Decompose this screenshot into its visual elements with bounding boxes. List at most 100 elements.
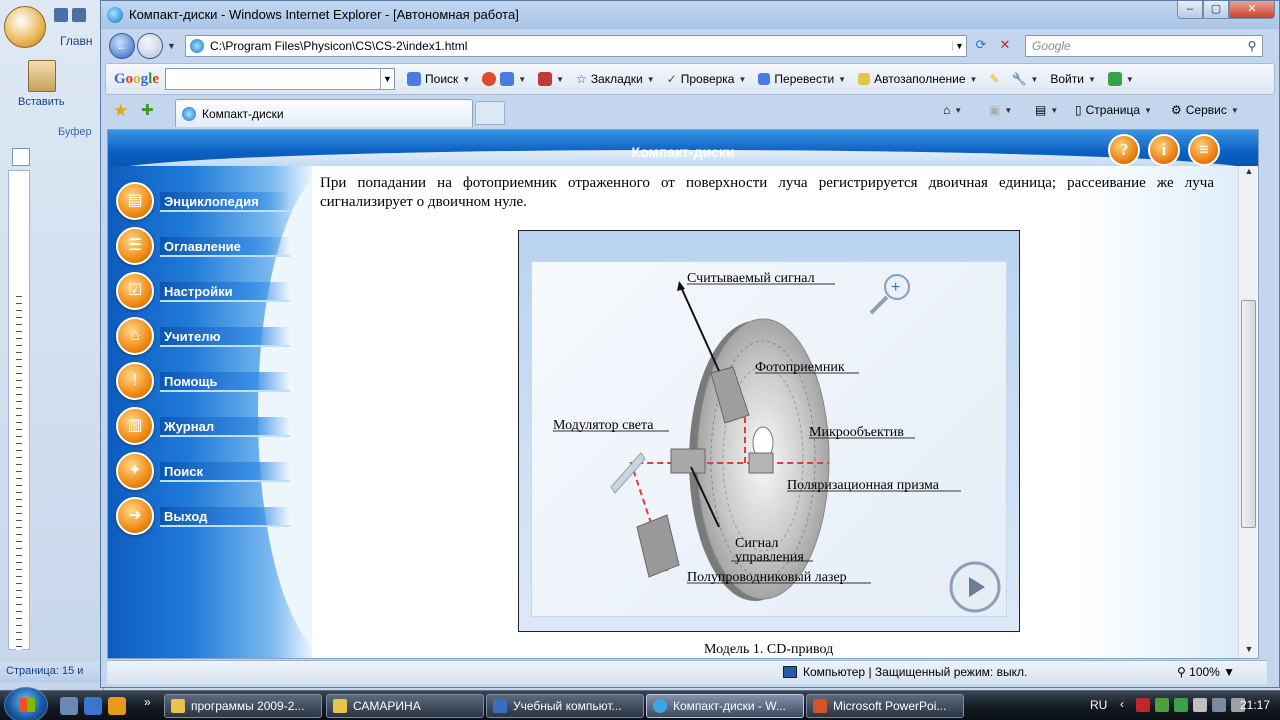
info-button[interactable]: i bbox=[1148, 134, 1180, 166]
task-label: Компакт-диски - W... bbox=[673, 699, 786, 713]
security-zone[interactable]: Компьютер | Защищенный режим: выкл. bbox=[783, 665, 1027, 679]
quick-access-toolbar[interactable] bbox=[54, 8, 102, 26]
sidebar-item-exit[interactable]: ➜ Выход bbox=[116, 497, 306, 537]
ruler-marks bbox=[16, 290, 22, 650]
sidebar-item-journal[interactable]: ▥ Журнал bbox=[116, 407, 306, 447]
sidebar-item-contents[interactable]: ☰ Оглавление bbox=[116, 227, 306, 267]
device-icon[interactable] bbox=[1193, 698, 1207, 712]
pencil-icon: ✎ bbox=[989, 72, 1000, 86]
volume-icon[interactable] bbox=[1212, 698, 1226, 712]
keyboard-button[interactable]: ≡ bbox=[1188, 134, 1220, 166]
help-button[interactable]: ? bbox=[1108, 134, 1140, 166]
paste-icon[interactable] bbox=[28, 60, 56, 92]
search-input[interactable]: Google bbox=[1032, 39, 1242, 53]
new-tab-button[interactable] bbox=[475, 101, 505, 125]
home-button[interactable]: ⌂ ▼ bbox=[943, 103, 962, 117]
clipboard-group-label: Буфер bbox=[58, 126, 92, 138]
search-icon[interactable]: ⚲ bbox=[1242, 39, 1262, 53]
switch-windows-icon[interactable] bbox=[84, 697, 102, 715]
google-search-input[interactable]: ▼ bbox=[165, 68, 396, 90]
sidebar-item-teacher[interactable]: ⌂ Учителю bbox=[116, 317, 306, 357]
sidebar-item-encyclopedia[interactable]: ▤ Энциклопедия bbox=[116, 182, 306, 222]
cd-drive-model-figure: + Считываемый сигнал Фотоприемник Модуля… bbox=[518, 230, 1020, 632]
google-extra-buttons[interactable]: ▼ bbox=[482, 72, 526, 86]
popup-block-icon bbox=[538, 72, 553, 86]
show-desktop-icon[interactable] bbox=[60, 697, 78, 715]
label-control-signal-2: управления bbox=[735, 550, 804, 565]
paste-button[interactable]: Вставить bbox=[18, 96, 65, 108]
network-icon[interactable] bbox=[1155, 698, 1169, 712]
favorites-star-icon[interactable]: ★ bbox=[113, 101, 128, 121]
page-menu[interactable]: ▯ Страница ▼ bbox=[1075, 103, 1152, 117]
popup-blocker-button[interactable]: ▼ bbox=[538, 72, 564, 86]
sidebar-item-label: Журнал bbox=[160, 417, 290, 437]
scroll-down-button[interactable]: ▼ bbox=[1239, 644, 1258, 658]
address-text[interactable]: C:\Program Files\Physicon\CS\CS-2\index1… bbox=[210, 39, 952, 53]
google-search-label: Поиск bbox=[425, 72, 459, 86]
save-icon[interactable] bbox=[54, 8, 68, 22]
taskbar-item[interactable]: Учебный компьют... bbox=[486, 694, 644, 718]
ie-window: Компакт-диски - Windows Internet Explore… bbox=[100, 0, 1280, 688]
word-doc-icon bbox=[493, 699, 507, 713]
taskbar-item-active[interactable]: Компакт-диски - W... bbox=[646, 694, 804, 718]
signin-label: Войти bbox=[1050, 72, 1084, 86]
label-microlens: Микрообъектив bbox=[809, 425, 904, 440]
scroll-up-button[interactable]: ▲ bbox=[1239, 166, 1258, 182]
tools-menu[interactable]: ⚙ Сервис ▼ bbox=[1171, 103, 1239, 117]
address-field[interactable]: C:\Program Files\Physicon\CS\CS-2\index1… bbox=[185, 35, 967, 57]
ribbon-tab-home[interactable]: Главн bbox=[60, 34, 93, 48]
polarizing-prism bbox=[748, 452, 774, 474]
address-dropdown[interactable]: ▼ bbox=[952, 41, 966, 51]
zoom-level[interactable]: ⚲ 100% ▼ bbox=[1177, 665, 1235, 679]
forward-button[interactable]: → bbox=[137, 33, 163, 59]
cd-drive-diagram: + Считываемый сигнал Фотоприемник Модуля… bbox=[553, 271, 1001, 613]
stop-button[interactable]: ✕ bbox=[995, 37, 1015, 55]
arrow-icon bbox=[677, 281, 685, 291]
tray-expand-icon[interactable]: ‹ bbox=[1120, 697, 1124, 711]
back-button[interactable]: ← bbox=[109, 33, 135, 59]
tab-active[interactable]: Компакт-диски bbox=[175, 99, 473, 127]
search-box[interactable]: Google ⚲ bbox=[1025, 35, 1263, 57]
vertical-scrollbar[interactable]: ▲ ▼ bbox=[1238, 166, 1258, 658]
undo-icon[interactable] bbox=[72, 8, 86, 22]
google-logo: Google bbox=[114, 70, 160, 87]
ruler-tab-selector[interactable] bbox=[12, 148, 30, 166]
feeds-button[interactable]: ▣ ▼ bbox=[989, 103, 1012, 117]
label-read-signal: Считываемый сигнал bbox=[687, 271, 815, 286]
spellcheck-button[interactable]: ✓ Проверка ▼ bbox=[667, 72, 747, 86]
title-bar[interactable]: Компакт-диски - Windows Internet Explore… bbox=[101, 1, 1279, 29]
translate-button[interactable]: Перевести ▼ bbox=[758, 72, 846, 86]
security-zone-label: Компьютер | Защищенный режим: выкл. bbox=[803, 665, 1028, 679]
recent-pages-dropdown[interactable]: ▼ bbox=[167, 41, 176, 51]
sidebar-item-settings[interactable]: ☑ Настройки bbox=[116, 272, 306, 312]
clock[interactable]: 21:17 bbox=[1240, 698, 1270, 712]
scroll-thumb[interactable] bbox=[1241, 300, 1256, 528]
close-button[interactable]: ✕ bbox=[1229, 1, 1275, 19]
autofill-button[interactable]: Автозаполнение ▼ bbox=[858, 72, 977, 86]
taskbar-item[interactable]: САМАРИНА bbox=[326, 694, 484, 718]
google-search-button[interactable]: Поиск ▼ bbox=[407, 72, 470, 86]
add-favorite-icon[interactable]: ✚ bbox=[141, 101, 154, 119]
bookmarks-button[interactable]: ☆ Закладки ▼ bbox=[576, 72, 655, 86]
maximize-button[interactable]: ▢ bbox=[1203, 1, 1229, 19]
quick-launch-more[interactable]: » bbox=[144, 695, 151, 709]
print-button[interactable]: ▤ ▼ bbox=[1035, 103, 1058, 117]
chevron-down-icon[interactable]: ▼ bbox=[380, 69, 394, 89]
highlight-button[interactable]: ✎ bbox=[989, 72, 999, 86]
toolbar-options-button[interactable]: ▼ bbox=[1107, 72, 1134, 86]
update-icon[interactable] bbox=[1174, 698, 1188, 712]
office-button[interactable] bbox=[4, 6, 46, 48]
minimize-button[interactable]: – bbox=[1177, 1, 1203, 19]
start-button[interactable] bbox=[4, 687, 48, 720]
taskbar-item[interactable]: Microsoft PowerPoi... bbox=[806, 694, 964, 718]
signin-button[interactable]: Войти ▼ bbox=[1050, 72, 1096, 86]
sidebar-item-help[interactable]: ! Помощь bbox=[116, 362, 306, 402]
settings-wrench-button[interactable]: 🔧 ▼ bbox=[1011, 72, 1038, 86]
translate-icon bbox=[758, 73, 771, 85]
taskbar-item[interactable]: программы 2009-2... bbox=[164, 694, 322, 718]
refresh-button[interactable]: ⟳ bbox=[971, 37, 991, 55]
language-indicator[interactable]: RU bbox=[1090, 698, 1107, 712]
sidebar-item-search[interactable]: ✦ Поиск bbox=[116, 452, 306, 492]
media-player-icon[interactable] bbox=[108, 697, 126, 715]
antivirus-icon[interactable] bbox=[1136, 698, 1150, 712]
